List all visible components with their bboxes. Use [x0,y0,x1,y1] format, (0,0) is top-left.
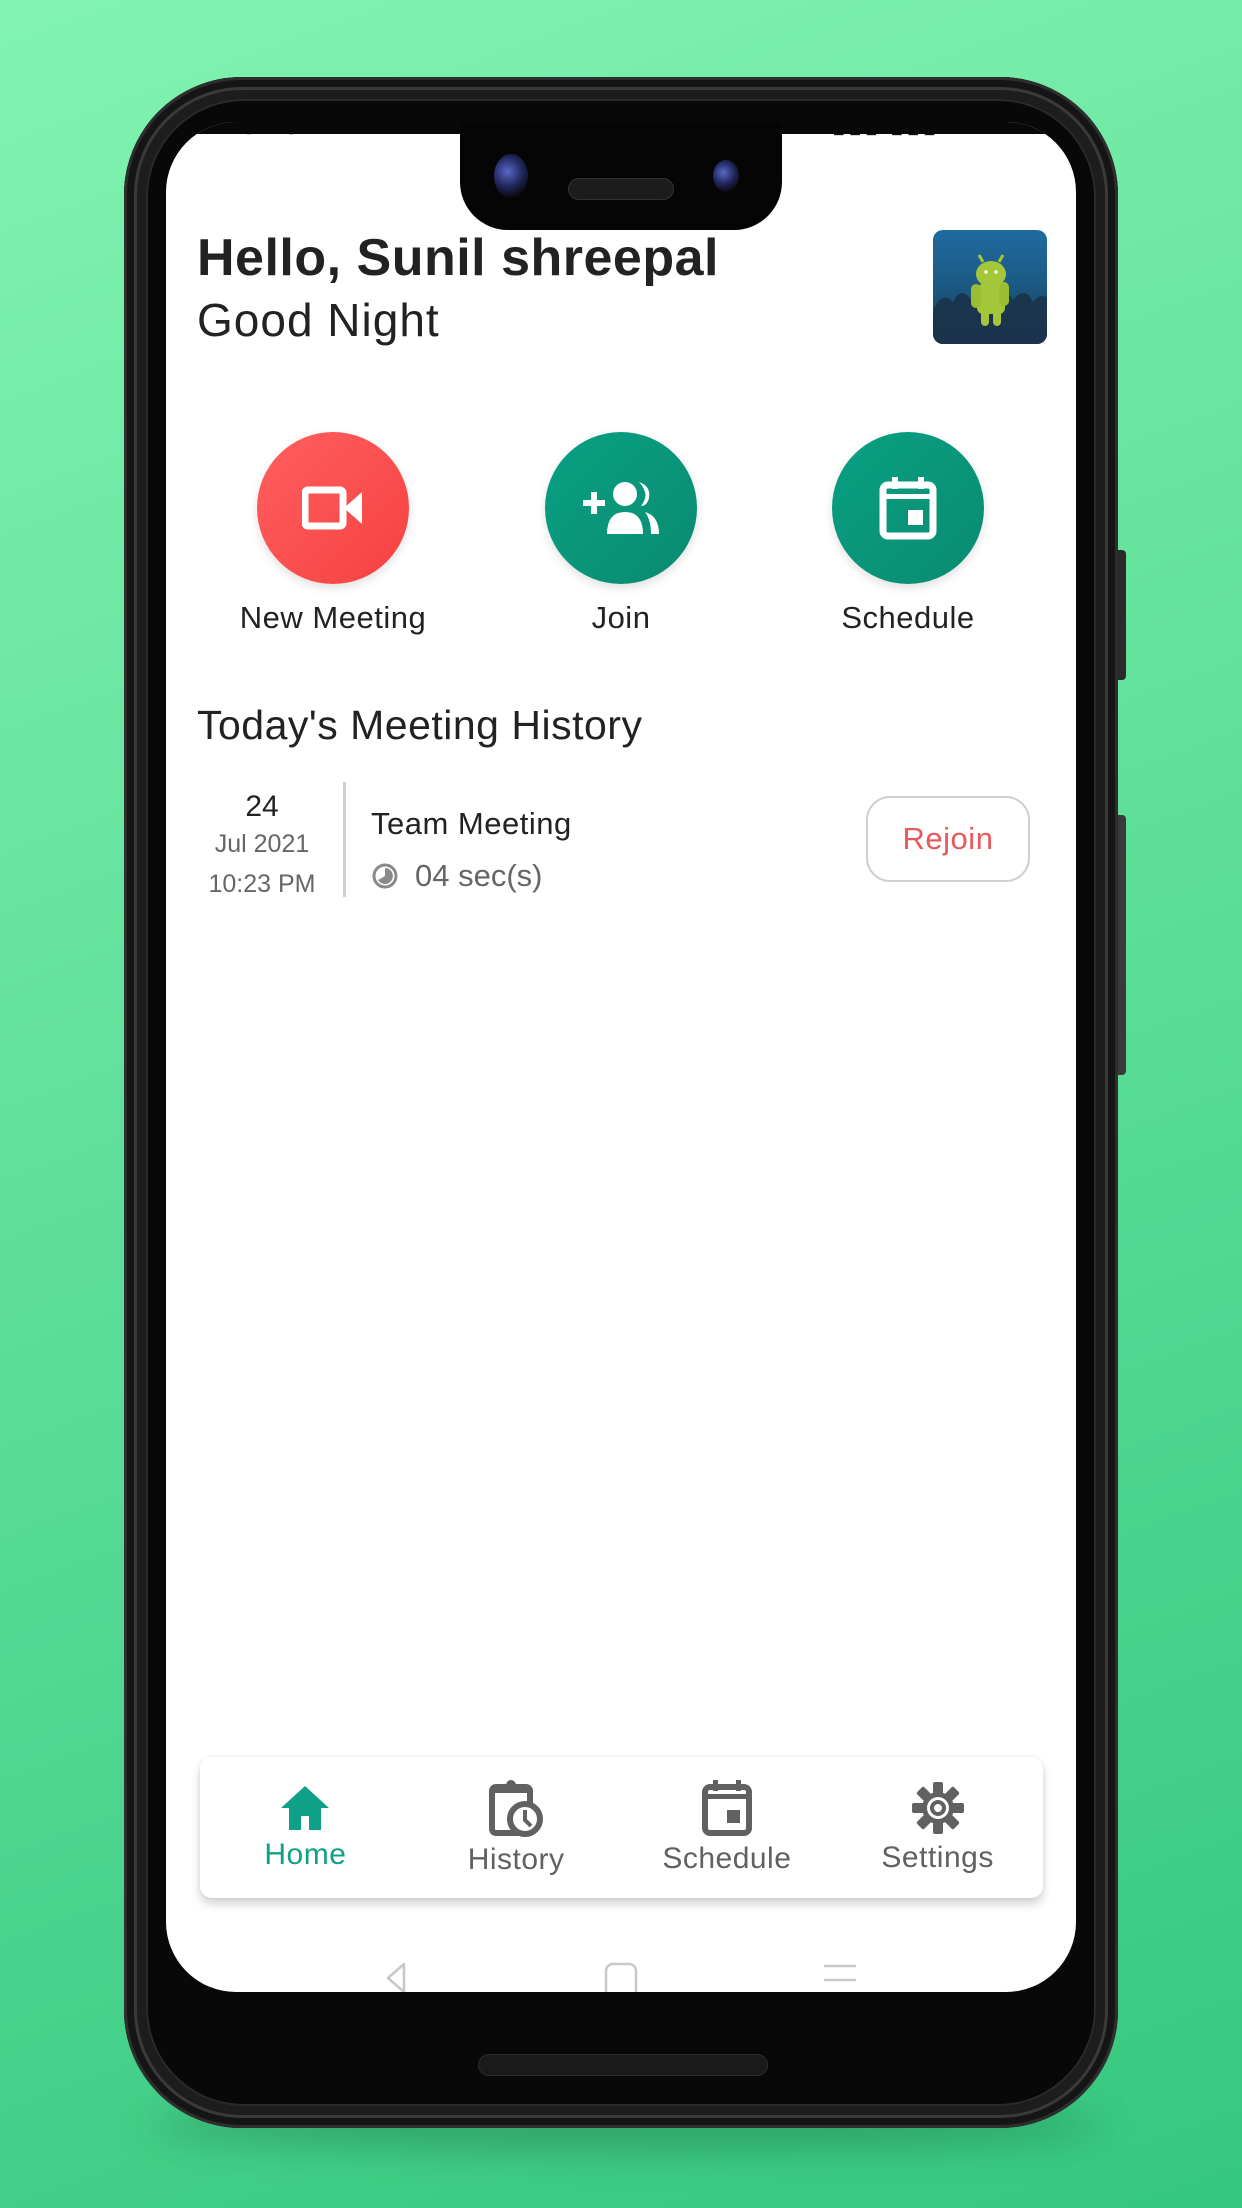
join-label: Join [591,600,651,635]
bottom-speaker-grille [478,2054,768,2076]
add-group-icon [583,482,659,534]
system-navigation-bar [166,1960,1076,1992]
nav-tab-schedule[interactable]: Schedule [622,1757,833,1898]
time-of-day-greeting: Good Night [197,294,440,346]
meeting-day: 24 [245,790,279,823]
nav-tab-home[interactable]: Home [200,1757,411,1898]
earpiece-speaker [568,178,674,200]
gear-icon [911,1781,964,1834]
row-divider [343,782,346,897]
nav-label-history: History [467,1842,565,1876]
schedule-button[interactable]: Schedule [788,432,1028,636]
volume-button [1118,815,1126,1075]
rejoin-button[interactable]: Rejoin [866,796,1030,882]
nav-tab-settings[interactable]: Settings [832,1757,1043,1898]
meeting-date: 24 Jul 2021 10:23 PM [197,780,327,906]
front-camera-icon [494,154,528,198]
app-screen: 10:23 LTE ▮▮▮ ▮▮▮ 76% Hello, Sunil shree… [166,122,1076,1992]
calendar-icon [879,477,937,540]
front-sensor-icon [713,160,739,192]
nav-label-home: Home [264,1837,347,1871]
meeting-month-year: Jul 2021 [214,830,310,858]
power-button [1118,550,1126,680]
camera-notch [460,122,782,230]
new-meeting-button[interactable]: New Meeting [213,432,453,636]
system-home-icon[interactable] [604,1960,638,1992]
meeting-duration: 04 sec(s) [371,858,542,894]
quick-actions: New Meeting Join Schedule [166,432,1076,635]
avatar[interactable] [933,230,1047,344]
system-back-icon[interactable] [384,1960,408,1992]
system-recents-icon[interactable] [822,1960,858,1992]
new-meeting-label: New Meeting [239,600,427,635]
video-camera-icon [302,486,362,530]
home-icon [281,1785,330,1830]
calendar-icon [701,1779,752,1836]
history-list-item[interactable]: 24 Jul 2021 10:23 PM Team Meeting 04 sec… [197,780,1047,900]
duration-text: 04 sec(s) [415,858,543,893]
meeting-time: 10:23 PM [208,870,316,898]
android-robot-icon [933,254,1047,344]
nav-label-schedule: Schedule [662,1841,792,1875]
nav-label-settings: Settings [881,1840,994,1874]
join-circle[interactable] [545,432,697,584]
nav-tab-history[interactable]: History [411,1757,622,1898]
greeting-block: Hello, Sunil shreepal Good Night [197,227,719,351]
history-section-title: Today's Meeting History [197,702,643,748]
schedule-label: Schedule [841,600,975,635]
user-greeting: Hello, Sunil shreepal [197,229,719,287]
history-clipboard-icon [489,1779,544,1837]
timer-icon [372,863,398,889]
new-meeting-circle[interactable] [257,432,409,584]
bottom-navigation: Home History Schedule Settings [200,1757,1043,1898]
schedule-circle[interactable] [832,432,984,584]
meeting-title: Team Meeting [371,806,572,841]
join-button[interactable]: Join [501,432,741,636]
